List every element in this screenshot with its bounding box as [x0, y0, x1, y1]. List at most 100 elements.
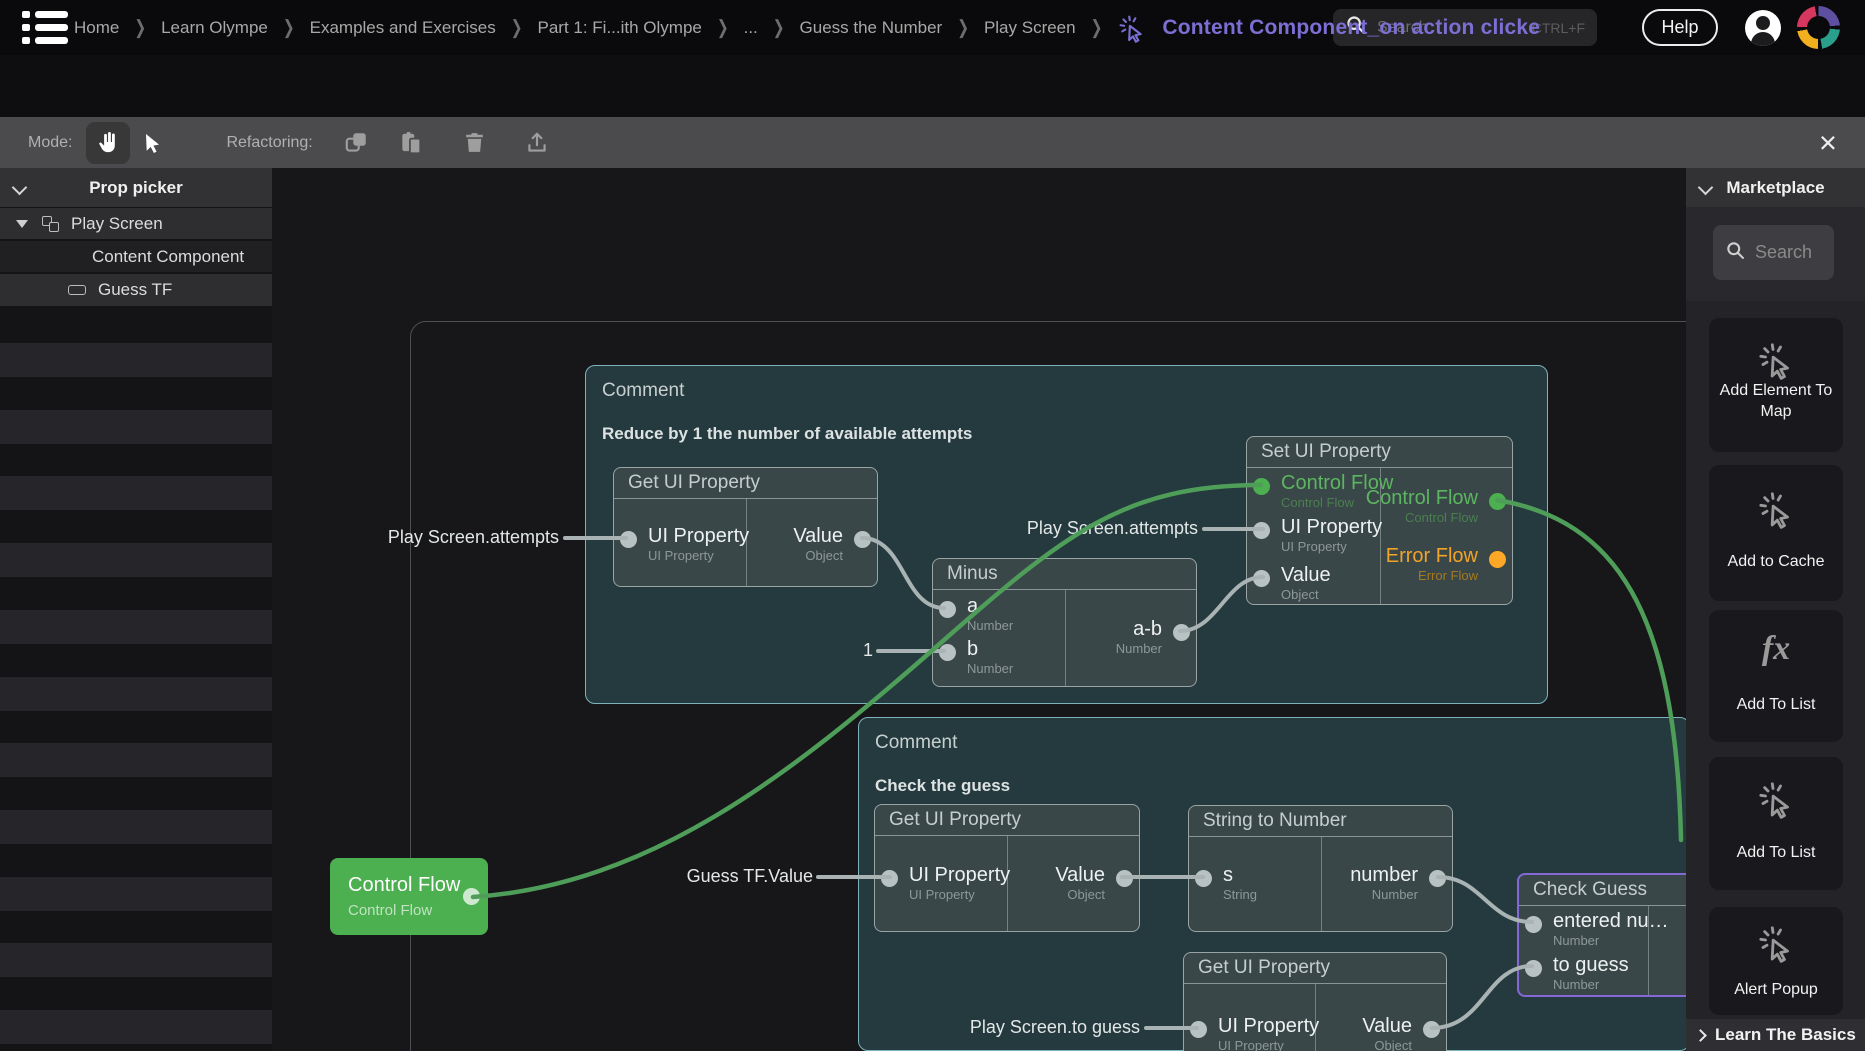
- port-name: Value: [1055, 863, 1105, 887]
- port-type: Control Flow: [1281, 495, 1393, 510]
- port-type: Error Flow: [1386, 568, 1478, 583]
- marketplace-item-label: Add To List: [1713, 694, 1839, 715]
- port-name: UI Property: [1218, 1014, 1319, 1038]
- input-port-a[interactable]: [939, 601, 956, 618]
- paste-button[interactable]: [398, 129, 425, 156]
- marketplace-item-add-to-cache[interactable]: Add to Cache: [1709, 465, 1843, 601]
- node-get-ui-property[interactable]: Get UI Property UI Property UI Property …: [613, 467, 878, 587]
- marketplace-item-add-to-list[interactable]: Add To List: [1709, 757, 1843, 890]
- export-button[interactable]: [524, 129, 551, 156]
- help-button[interactable]: Help: [1642, 9, 1718, 46]
- node-control-flow-start[interactable]: Control Flow Control Flow: [330, 858, 488, 935]
- port-type: Number: [1116, 641, 1162, 656]
- tree-item-content-component[interactable]: Content Component: [0, 241, 272, 272]
- empty-row: [0, 677, 272, 711]
- olympe-logo[interactable]: [1797, 6, 1840, 49]
- port-type: Object: [793, 548, 843, 563]
- port-type: Number: [1350, 887, 1418, 902]
- output-port-control-flow[interactable]: [463, 888, 480, 905]
- port-name: UI Property: [1281, 515, 1382, 539]
- breadcrumb-item[interactable]: ...: [744, 18, 758, 38]
- output-port-Value[interactable]: [1423, 1021, 1440, 1038]
- cursor-click-icon: [1709, 489, 1843, 529]
- breadcrumb-item[interactable]: Learn Olympe: [161, 18, 268, 38]
- node-string-to-number[interactable]: String to Number s String number Number: [1188, 805, 1453, 932]
- node-minus[interactable]: Minus a Number b Number a-b Number: [932, 558, 1197, 687]
- comment-title: Comment: [602, 380, 1531, 402]
- breadcrumb-separator: ❯: [773, 16, 785, 39]
- port-type: Object: [1055, 887, 1105, 902]
- prop-picker-header: Prop picker: [0, 168, 272, 207]
- input-port-b[interactable]: [939, 644, 956, 661]
- port-type: Control Flow: [1366, 510, 1478, 525]
- port-type: Object: [1281, 587, 1331, 602]
- node-get-ui-property[interactable]: Get UI Property UI Property UI Property …: [1183, 952, 1447, 1051]
- duplicate-button[interactable]: [343, 129, 370, 156]
- port-name: s: [1223, 863, 1257, 887]
- port-type: UI Property: [648, 548, 749, 563]
- port-type: Number: [967, 618, 1013, 633]
- port-name: Control Flow: [1281, 471, 1393, 495]
- input-port-Control-Flow[interactable]: [1253, 478, 1270, 495]
- value-label[interactable]: Guess TF.Value: [687, 866, 813, 887]
- delete-button[interactable]: [461, 129, 488, 156]
- input-port-UI-Property[interactable]: [1253, 522, 1270, 539]
- node-get-ui-property[interactable]: Get UI Property UI Property UI Property …: [874, 804, 1140, 932]
- output-port-a-b[interactable]: [1173, 624, 1190, 641]
- value-label[interactable]: 1: [863, 640, 873, 661]
- marketplace-item-add-element-to-map[interactable]: Add Element To Map: [1709, 318, 1843, 452]
- avatar-person-icon: [1756, 16, 1770, 30]
- breadcrumb-item[interactable]: Part 1: Fi...ith Olympe: [537, 18, 701, 38]
- breadcrumb-item[interactable]: Guess the Number: [800, 18, 943, 38]
- close-editor-button[interactable]: ×: [1819, 117, 1837, 168]
- value-label[interactable]: Play Screen.to guess: [970, 1017, 1140, 1038]
- marketplace-search-input[interactable]: Search: [1713, 225, 1834, 280]
- breadcrumb-separator: ❯: [134, 16, 146, 39]
- collapse-chevron-icon[interactable]: [1700, 180, 1711, 198]
- marketplace-item-add-to-list[interactable]: fx Add To List: [1709, 610, 1843, 742]
- empty-row: [0, 476, 272, 510]
- tree-item-play-screen[interactable]: Play Screen: [0, 208, 272, 239]
- node-set-ui-property[interactable]: Set UI Property Control Flow Control Flo…: [1246, 436, 1513, 605]
- output-port-Value[interactable]: [1116, 870, 1133, 887]
- breadcrumb-item[interactable]: Home: [74, 18, 119, 38]
- select-mode-button[interactable]: [130, 122, 174, 164]
- marketplace-item-alert-popup[interactable]: Alert Popup: [1709, 907, 1843, 1015]
- tree-item-label: Play Screen: [71, 214, 163, 234]
- empty-row: [0, 743, 272, 777]
- input-port-entered-nu-[interactable]: [1525, 916, 1542, 933]
- breadcrumb-separator: ❯: [957, 16, 969, 39]
- comment-title: Comment: [875, 732, 1673, 754]
- textfield-icon: [68, 285, 86, 295]
- input-port-s[interactable]: [1195, 870, 1212, 887]
- breadcrumb-separator: ❯: [511, 16, 523, 39]
- node-title: Get UI Property: [614, 468, 877, 499]
- value-label[interactable]: Play Screen.attempts: [388, 527, 559, 548]
- tree-item-guess-tf[interactable]: Guess TF: [0, 274, 272, 306]
- value-label[interactable]: Play Screen.attempts: [1027, 518, 1198, 539]
- node-title: String to Number: [1189, 806, 1452, 837]
- expand-caret-icon[interactable]: [16, 220, 28, 228]
- breadcrumb-item[interactable]: Examples and Exercises: [310, 18, 496, 38]
- breadcrumb-active-item[interactable]: Content Component_on action clicke: [1162, 16, 1540, 40]
- learn-the-basics-label: Learn The Basics: [1715, 1025, 1856, 1045]
- learn-the-basics-bar[interactable]: Learn The Basics: [1686, 1019, 1865, 1051]
- output-port-Control-Flow[interactable]: [1489, 493, 1506, 510]
- input-port-UI-Property[interactable]: [1190, 1021, 1207, 1038]
- port-name: b: [967, 637, 1013, 661]
- output-port-Error-Flow[interactable]: [1489, 551, 1506, 568]
- output-port-Value[interactable]: [854, 531, 871, 548]
- input-port-Value[interactable]: [1253, 570, 1270, 587]
- user-avatar[interactable]: [1745, 10, 1781, 46]
- pan-mode-button[interactable]: [86, 122, 130, 164]
- search-icon: [1725, 240, 1746, 266]
- output-port-number[interactable]: [1429, 870, 1446, 887]
- marketplace-item-label: Add Element To Map: [1713, 380, 1839, 422]
- breadcrumb-item[interactable]: Play Screen: [984, 18, 1076, 38]
- input-port-UI-Property[interactable]: [881, 870, 898, 887]
- menu-icon[interactable]: [22, 11, 68, 44]
- collapse-chevron-icon[interactable]: [14, 180, 25, 198]
- input-port-UI-Property[interactable]: [620, 531, 637, 548]
- input-port-to-guess[interactable]: [1525, 960, 1542, 977]
- marketplace-item-label: Add to Cache: [1713, 551, 1839, 572]
